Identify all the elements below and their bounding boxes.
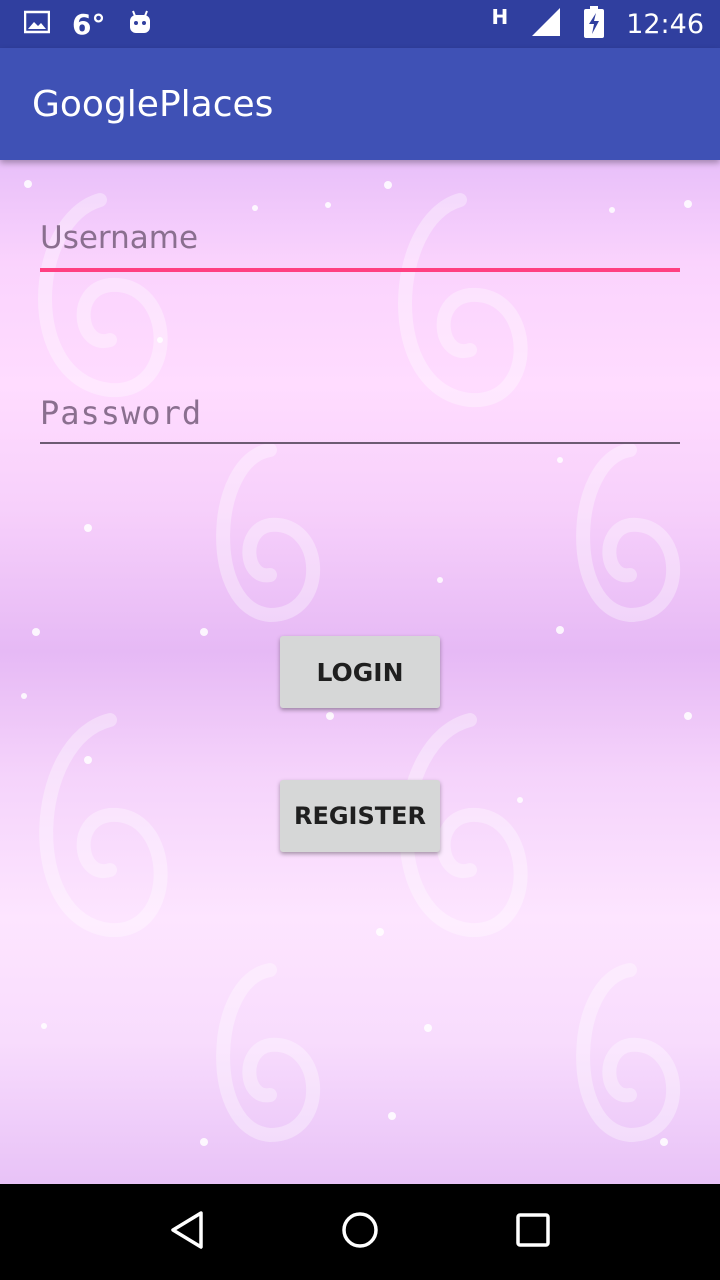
register-button[interactable]: REGISTER <box>280 780 440 852</box>
battery-charging-icon <box>584 5 605 43</box>
sparkle-dot <box>21 693 27 699</box>
network-type-text: H <box>491 5 509 29</box>
image-icon <box>23 10 51 39</box>
sparkle-dot <box>84 524 92 532</box>
sparkle-dot <box>684 200 692 208</box>
sparkle-dot <box>84 756 92 764</box>
app-title: GooglePlaces <box>32 84 274 125</box>
signal-icon <box>530 6 562 43</box>
username-input[interactable] <box>40 212 680 272</box>
android-icon <box>127 9 153 40</box>
sparkle-dot <box>684 712 692 720</box>
sparkle-dot <box>424 1024 432 1032</box>
status-left-group: 6° <box>23 7 153 41</box>
password-input[interactable] <box>40 384 680 444</box>
app-bar: GooglePlaces <box>0 48 720 160</box>
sparkle-dot <box>437 577 443 583</box>
sparkle-dot <box>557 457 563 463</box>
sparkle-dot <box>517 797 523 803</box>
sparkle-dot <box>41 1023 47 1029</box>
sparkle-dot <box>325 202 331 208</box>
sparkle-dot <box>200 628 208 636</box>
sparkle-dot <box>326 712 334 720</box>
sparkle-dot <box>388 1112 396 1120</box>
navigation-bar <box>0 1184 720 1280</box>
home-icon <box>340 1210 380 1255</box>
sparkle-dot <box>157 337 163 343</box>
status-right-group: H 12:46 <box>491 5 704 43</box>
recents-button[interactable] <box>503 1202 563 1262</box>
temperature-text: 6° <box>72 7 106 41</box>
home-button[interactable] <box>330 1202 390 1262</box>
sparkle-dot <box>24 180 32 188</box>
sparkle-dot <box>200 1138 208 1146</box>
swirl-decoration <box>216 443 321 623</box>
login-button[interactable]: LOGIN <box>280 636 440 708</box>
swirl-decoration <box>39 713 168 938</box>
sparkle-dot <box>376 928 384 936</box>
sparkle-dot <box>384 181 392 189</box>
status-bar: 6° H 12:46 <box>0 0 720 48</box>
login-content: LOGIN REGISTER <box>0 160 720 1184</box>
swirl-decoration <box>576 443 681 623</box>
back-button[interactable] <box>157 1202 217 1262</box>
sparkle-dot <box>556 626 564 634</box>
sparkle-dot <box>252 205 258 211</box>
sparkle-dot <box>660 1138 668 1146</box>
recents-icon <box>515 1212 551 1253</box>
sparkle-dot <box>32 628 40 636</box>
back-icon <box>169 1210 205 1255</box>
swirl-decoration <box>216 963 321 1143</box>
swirl-decoration <box>576 963 681 1143</box>
clock-text: 12:46 <box>626 8 704 40</box>
